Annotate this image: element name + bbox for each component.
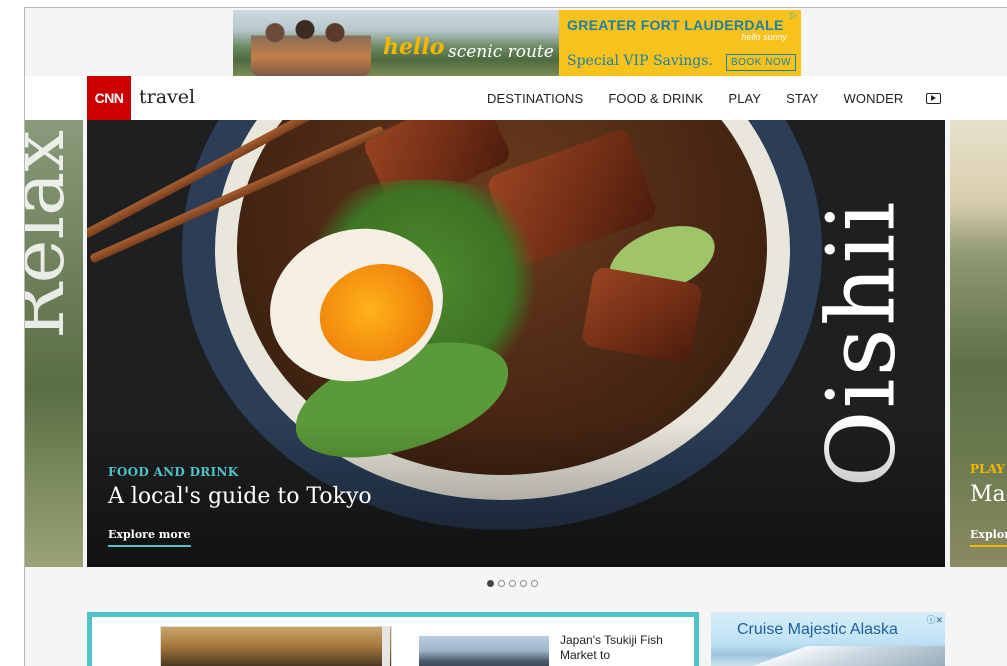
nav-wonder[interactable]: WONDER	[844, 91, 904, 106]
ad-headline: GREATER FORT LAUDERDALE	[567, 17, 784, 33]
ad-copy-panel: GREATER FORT LAUDERDALE hello sunny Spec…	[559, 10, 801, 76]
ad-scenic-text: scenic route	[448, 42, 554, 62]
section-name[interactable]: travel	[139, 86, 195, 108]
cruise-ad-text: Cruise Majestic Alaska	[737, 621, 898, 638]
adchoices-icon[interactable]: ▷	[790, 11, 799, 20]
carousel-dot[interactable]	[531, 580, 538, 587]
carousel-dot[interactable]	[509, 580, 516, 587]
hero-title[interactable]: A local's guide to Tokyo	[108, 484, 372, 509]
main-nav: DESTINATIONS FOOD & DRINK PLAY STAY WOND…	[487, 76, 942, 120]
cruise-ad[interactable]: Cruise Majestic Alaska ⓘ✕	[711, 612, 945, 666]
page-frame: hello scenic route GREATER FORT LAUDERDA…	[24, 7, 1007, 666]
video-play-icon[interactable]	[926, 92, 942, 104]
ad-people-image	[251, 14, 371, 76]
adchoices-close-icon[interactable]: ⓘ✕	[926, 613, 943, 626]
cnn-logo[interactable]: CNN	[87, 76, 131, 120]
scrollbar[interactable]	[382, 626, 390, 666]
story-thumbnail[interactable]	[419, 636, 549, 666]
prev-slide-overlay-text: Relax	[25, 130, 81, 340]
next-slide-title: Ma	[970, 482, 1006, 507]
site-header: CNN travel DESTINATIONS FOOD & DRINK PLA…	[25, 76, 1007, 120]
story-thumbnail[interactable]	[160, 626, 392, 666]
nav-destinations[interactable]: DESTINATIONS	[487, 91, 583, 106]
nav-play[interactable]: PLAY	[728, 91, 761, 106]
featured-panel: Japan's Tsukiji Fish Market to	[87, 612, 699, 666]
carousel-dot[interactable]	[487, 580, 494, 587]
carousel-next-slide[interactable]: PLAY Ma Explore	[950, 120, 1007, 567]
next-slide-explore-link[interactable]: Explore	[970, 528, 1007, 547]
ad-book-now-button[interactable]: BOOK NOW	[726, 54, 797, 71]
carousel-dot[interactable]	[520, 580, 527, 587]
mountain-image	[711, 646, 945, 666]
hero-explore-link[interactable]: Explore more	[108, 528, 191, 547]
ad-offer: Special VIP Savings.	[567, 53, 713, 69]
carousel-dot[interactable]	[498, 580, 505, 587]
nav-stay[interactable]: STAY	[786, 91, 818, 106]
story-teaser[interactable]: Japan's Tsukiji Fish Market to	[560, 633, 670, 663]
carousel-prev-slide[interactable]: Relax	[25, 120, 83, 567]
nav-food-drink[interactable]: FOOD & DRINK	[608, 91, 703, 106]
carousel-dots	[487, 580, 538, 587]
carousel-hero-slide[interactable]: Oishii FOOD AND DRINK A local's guide to…	[87, 120, 945, 567]
ad-hello-text: hello	[383, 34, 445, 60]
next-slide-category: PLAY	[970, 462, 1005, 476]
top-banner-ad[interactable]: hello scenic route GREATER FORT LAUDERDA…	[233, 10, 801, 76]
ad-photo: hello scenic route	[233, 10, 559, 76]
hero-category[interactable]: FOOD AND DRINK	[108, 465, 238, 479]
ad-tagline: hello sunny	[741, 32, 787, 42]
